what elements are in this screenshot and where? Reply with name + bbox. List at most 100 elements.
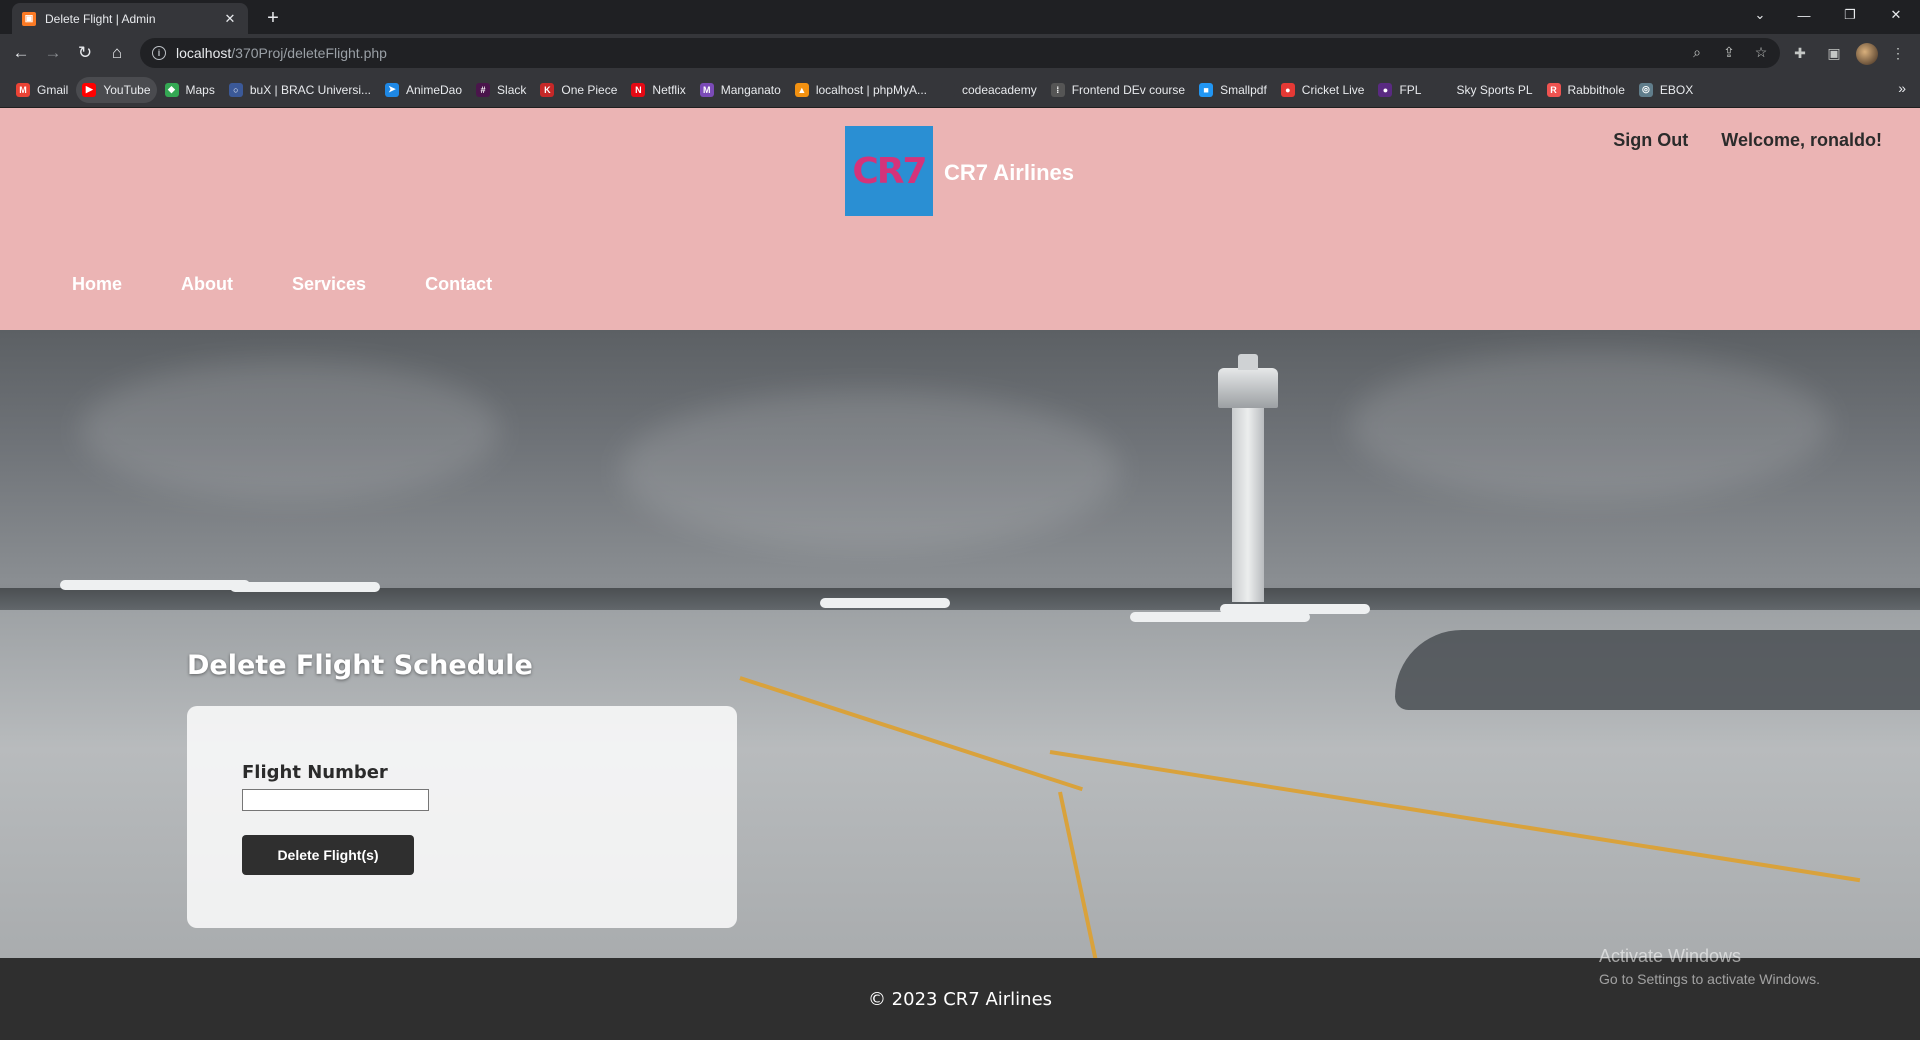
bookmark-item[interactable]: Sky Sports PL bbox=[1429, 77, 1538, 103]
side-panel-icon[interactable]: ▣ bbox=[1822, 41, 1846, 65]
bookmark-favicon-icon: ➤ bbox=[385, 82, 399, 97]
brand-name: CR7 Airlines bbox=[944, 160, 1075, 185]
bookmark-item[interactable]: ◆ Maps bbox=[159, 77, 221, 103]
bookmark-label: EBOX bbox=[1659, 82, 1694, 97]
url-path: /370Proj/deleteFlight.php bbox=[231, 45, 387, 61]
delete-flights-button[interactable]: Delete Flight(s) bbox=[242, 835, 414, 875]
bookmark-label: codeacademy bbox=[961, 82, 1037, 97]
bookmark-item[interactable]: N Netflix bbox=[625, 77, 691, 103]
new-tab-plus-icon[interactable]: + bbox=[260, 6, 286, 30]
bookmark-item[interactable]: M Manganato bbox=[694, 77, 787, 103]
address-bar[interactable]: i localhost/370Proj/deleteFlight.php bbox=[140, 38, 1780, 68]
bookmark-label: Sky Sports PL bbox=[1456, 82, 1533, 97]
profile-avatar[interactable] bbox=[1856, 43, 1878, 65]
bookmark-item[interactable]: ▶ YouTube bbox=[76, 76, 157, 103]
browser-toolbar: ← → ↻ ⌂ i localhost/370Proj/deleteFlight… bbox=[0, 34, 1920, 72]
airplane bbox=[230, 582, 380, 592]
zoom-icon[interactable]: ⌕ bbox=[1686, 41, 1708, 63]
xampp-favicon-icon: ▣ bbox=[22, 11, 36, 26]
bookmark-favicon-icon: ◎ bbox=[1638, 82, 1653, 97]
browser-menu-kebab-icon[interactable]: ⋮ bbox=[1886, 41, 1910, 65]
cr7-logo[interactable]: CR7 bbox=[845, 126, 933, 216]
tab-search-chevron-icon[interactable]: ⌄ bbox=[1738, 0, 1782, 30]
cloud bbox=[1350, 350, 1830, 500]
control-tower bbox=[1232, 402, 1264, 602]
airport-background-image: Delete Flight Schedule Flight Number Del… bbox=[0, 330, 1920, 958]
bookmark-star-icon[interactable]: ☆ bbox=[1750, 41, 1772, 63]
bookmark-favicon-icon: R bbox=[1546, 82, 1561, 97]
bookmark-item[interactable]: ▲ localhost | phpMyA... bbox=[789, 77, 933, 103]
bookmark-label: One Piece bbox=[561, 82, 618, 97]
tab-title: Delete Flight | Admin bbox=[45, 11, 156, 26]
bookmark-item[interactable]: ⁞ Frontend DEv course bbox=[1045, 77, 1191, 103]
bookmark-item[interactable]: codeacademy bbox=[935, 77, 1043, 103]
bookmark-favicon-icon: ⁞ bbox=[1050, 82, 1065, 97]
bookmark-favicon-icon bbox=[1435, 82, 1450, 97]
bookmark-label: Cricket Live bbox=[1301, 82, 1365, 97]
bookmark-favicon-icon: ■ bbox=[1199, 82, 1214, 97]
bookmark-favicon-icon: M bbox=[699, 82, 714, 97]
logo-mark: CR7 bbox=[852, 150, 927, 192]
activate-windows-watermark: Activate Windows Go to Settings to activ… bbox=[1599, 946, 1820, 987]
bookmark-label: Slack bbox=[497, 82, 527, 97]
bookmark-label: YouTube bbox=[103, 82, 151, 97]
bookmark-item[interactable]: ➤ AnimeDao bbox=[379, 77, 468, 103]
copyright-text: © 2023 CR7 Airlines bbox=[867, 988, 1053, 1010]
nav-services[interactable]: Services bbox=[292, 274, 366, 295]
main-nav: Home About Services Contact bbox=[72, 274, 551, 295]
minimize-window-icon[interactable]: — bbox=[1782, 0, 1826, 30]
nav-home[interactable]: Home bbox=[72, 274, 122, 295]
share-icon[interactable]: ⇪ bbox=[1718, 41, 1740, 63]
bookmark-item[interactable]: K One Piece bbox=[534, 77, 623, 103]
bookmark-favicon-icon bbox=[940, 82, 955, 97]
forward-arrow-icon[interactable]: → bbox=[40, 40, 66, 66]
browser-tab-active[interactable]: ▣ Delete Flight | Admin ✕ bbox=[12, 3, 248, 34]
bookmark-favicon-icon: K bbox=[540, 82, 555, 97]
site-info-icon[interactable]: i bbox=[152, 46, 166, 60]
cloud bbox=[620, 390, 1120, 550]
bookmark-favicon-icon: # bbox=[476, 82, 491, 97]
bookmark-label: buX | BRAC Universi... bbox=[249, 82, 371, 97]
bookmark-favicon-icon: ▶ bbox=[82, 82, 97, 97]
bookmark-item[interactable]: ■ Smallpdf bbox=[1193, 77, 1273, 103]
bookmark-label: Gmail bbox=[37, 82, 69, 97]
bookmark-label: Maps bbox=[185, 82, 215, 97]
bookmark-favicon-icon: ▲ bbox=[794, 82, 809, 97]
more-bookmarks-icon[interactable]: » bbox=[1898, 80, 1906, 96]
sign-out-link[interactable]: Sign Out bbox=[1613, 130, 1688, 151]
extensions-puzzle-icon[interactable]: ✚ bbox=[1788, 41, 1812, 65]
bookmark-label: Rabbithole bbox=[1567, 82, 1625, 97]
nav-about[interactable]: About bbox=[181, 274, 233, 295]
airplane bbox=[820, 598, 950, 608]
flight-number-input[interactable] bbox=[242, 789, 429, 811]
wet-apron bbox=[1395, 630, 1920, 710]
airplane bbox=[1220, 604, 1370, 614]
bookmark-item[interactable]: ◎ EBOX bbox=[1633, 77, 1699, 103]
restore-window-icon[interactable]: ❐ bbox=[1828, 0, 1872, 30]
bookmark-label: Smallpdf bbox=[1220, 82, 1267, 97]
flight-number-label: Flight Number bbox=[242, 762, 388, 783]
airplane bbox=[60, 580, 250, 590]
bookmark-label: AnimeDao bbox=[406, 82, 463, 97]
browser-tab-strip: ▣ Delete Flight | Admin ✕ + ⌄ — ❐ ✕ bbox=[0, 0, 1920, 34]
bookmark-favicon-icon: ● bbox=[1378, 82, 1393, 97]
bookmark-label: localhost | phpMyA... bbox=[815, 82, 927, 97]
control-tower-cab bbox=[1218, 368, 1278, 408]
bookmark-label: Netflix bbox=[652, 82, 686, 97]
bookmark-favicon-icon: ● bbox=[1280, 82, 1295, 97]
close-tab-icon[interactable]: ✕ bbox=[222, 11, 238, 27]
bookmark-item[interactable]: ● Cricket Live bbox=[1275, 77, 1371, 103]
bookmark-item[interactable]: ● FPL bbox=[1372, 77, 1427, 103]
bookmark-item[interactable]: R Rabbithole bbox=[1541, 77, 1631, 103]
reload-icon[interactable]: ↻ bbox=[72, 40, 98, 66]
home-icon[interactable]: ⌂ bbox=[104, 40, 130, 66]
back-arrow-icon[interactable]: ← bbox=[8, 40, 34, 66]
close-window-icon[interactable]: ✕ bbox=[1874, 0, 1918, 30]
bookmark-item[interactable]: ○ buX | BRAC Universi... bbox=[223, 77, 377, 103]
activate-windows-title: Activate Windows bbox=[1599, 946, 1742, 966]
url-host: localhost bbox=[176, 45, 232, 61]
bookmark-item[interactable]: M Gmail bbox=[10, 77, 74, 103]
delete-flight-form: Flight Number Delete Flight(s) bbox=[187, 706, 737, 928]
nav-contact[interactable]: Contact bbox=[425, 274, 492, 295]
bookmark-item[interactable]: # Slack bbox=[470, 77, 532, 103]
